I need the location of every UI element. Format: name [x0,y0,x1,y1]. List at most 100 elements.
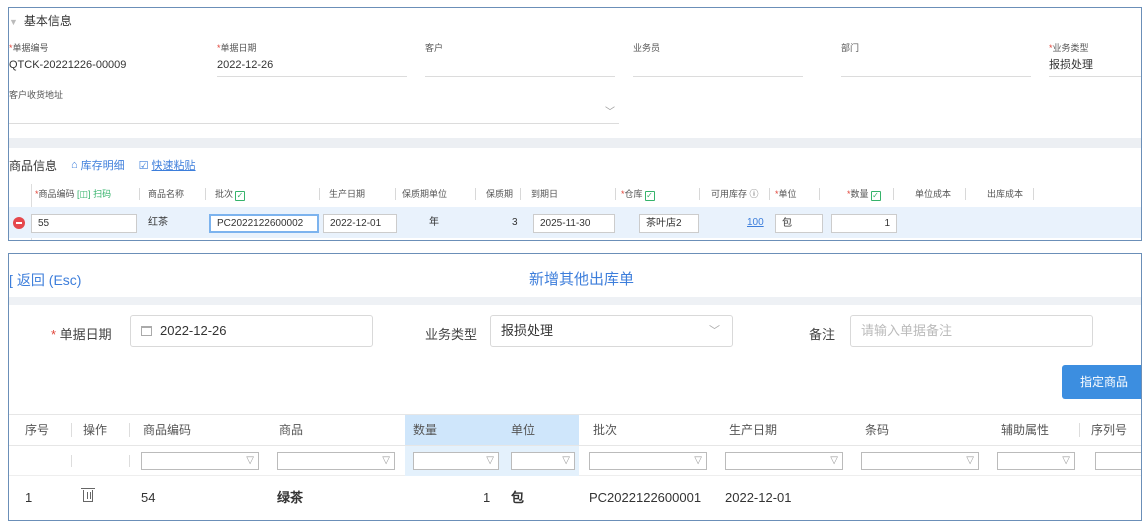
chevron-down-icon: ﹀ [709,325,720,337]
goods-table-header: 序号 操作 商品编码 商品 数量 单位 批次 生产日期 条码 辅助属性 序列号 [9,414,1141,446]
goods-grid-header: *商品编码 [◫] 扫码 商品名称 批次 ✓ 生产日期 保质期单位 保质期 到期日… [9,184,1141,204]
filter-icon[interactable]: ▽ [1062,454,1070,468]
filter-icon[interactable]: ▽ [486,454,494,468]
quick-paste-link[interactable]: ☑ 快速粘贴 [139,157,196,173]
filter-icon[interactable]: ▽ [382,454,390,468]
shelf-value: 3 [512,217,518,228]
dept-field[interactable]: 部门 [841,42,1031,77]
filter-goods-input[interactable]: ▽ [277,452,395,470]
filter-aux-input[interactable]: ▽ [997,452,1075,470]
checkbox-icon: ☑ [138,159,149,172]
warehouse-input[interactable]: 茶叶店2 [639,214,699,233]
doc-no-value: QTCK-20221226-00009 [9,59,127,71]
scan-icon[interactable]: [◫] [77,189,91,199]
filter-prod-date-input[interactable]: ▽ [725,452,843,470]
biz-type-value: 报损处理 [1049,59,1093,71]
qty-input[interactable]: 1 [831,214,897,233]
filter-row: ▽ ▽ ▽ ▽ ▽ ▽ ▽ ▽ [9,446,1141,476]
col-serial[interactable]: 序列号 [1083,415,1127,445]
col-out-cost: 出库成本 [987,189,1024,199]
col-unit-cost: 单位成本 [915,189,952,199]
row-qty[interactable]: 1 [483,476,490,520]
remove-row-icon[interactable] [13,217,25,229]
section-basic-info[interactable]: ▼ 基本信息 [9,12,72,29]
doc-no-field[interactable]: *单据编号 QTCK-20221226-00009 [9,42,199,72]
col-code[interactable]: *商品编码 [◫] 扫码 [35,184,111,204]
back-button[interactable]: [返回 (Esc) [9,270,81,290]
col-name: 商品名称 [148,189,185,199]
col-goods[interactable]: 商品 [271,415,303,445]
filter-icon[interactable]: ▽ [966,454,974,468]
col-prod-date[interactable]: 生产日期 [721,415,777,445]
col-aux[interactable]: 辅助属性 [993,415,1049,445]
help-icon[interactable]: ⓘ [750,189,759,199]
filter-unit-input[interactable]: ▽ [511,452,575,470]
assign-goods-button[interactable]: 指定商品 [1062,365,1141,399]
stock-detail-link[interactable]: ⌂ 库存明细 [71,157,125,173]
col-warehouse[interactable]: *仓库 ✓ [621,184,655,204]
filter-icon[interactable]: ▽ [562,454,570,468]
avail-stock-link[interactable]: 100 [747,214,764,233]
filter-icon[interactable]: ▽ [246,454,254,468]
col-avail: 可用库存 ⓘ [711,189,759,199]
col-barcode[interactable]: 条码 [857,415,889,445]
col-qty[interactable]: 数量 [405,415,503,445]
table-row[interactable]: 55 红茶 PC2022122600002 2022-12-01 年 3 202… [9,207,1141,238]
col-prod-date: 生产日期 [329,189,366,199]
filter-qty-input[interactable]: ▽ [413,452,499,470]
chevron-down-icon[interactable]: ﹀ [605,103,615,118]
col-qty[interactable]: *数量 ✓ [847,184,881,204]
address-field[interactable]: 客户收货地址 ﹀ [9,89,619,124]
home-icon: ⌂ [71,159,78,171]
goods-section-header: 商品信息 ⌂ 库存明细 ☑ 快速粘贴 [9,156,196,174]
prod-date-input[interactable]: 2022-12-01 [323,214,397,233]
col-op: 操作 [83,423,108,437]
filter-batch-input[interactable]: ▽ [589,452,707,470]
doc-date-field[interactable]: *单据日期 2022-12-26 [217,42,407,77]
row-unit[interactable]: 包 [511,476,524,520]
new-outbound-form: [返回 (Esc) 新增其他出库单 * 单据日期 2022-12-26 业务类型… [8,253,1142,521]
col-unit[interactable]: 单位 [503,415,579,445]
remark-input[interactable]: 请输入单据备注 [850,315,1093,347]
biz-type-label: 业务类型 [425,327,478,342]
col-batch[interactable]: 批次 ✓ [215,184,246,204]
batch-check-icon[interactable]: ✓ [235,191,246,201]
col-unit: *单位 [775,189,797,199]
shelf-unit-value: 年 [429,217,439,228]
col-shelf-unit: 保质期单位 [402,189,448,199]
row-prod-date[interactable]: 2022-12-01 [725,476,792,520]
filter-serial-input[interactable] [1095,452,1141,470]
collapse-caret-icon[interactable]: ▼ [9,17,18,27]
biz-type-select[interactable]: 报损处理 ﹀ [490,315,733,347]
doc-date-value: 2022-12-26 [217,59,274,71]
back-bracket-icon: [ [9,272,13,288]
col-batch[interactable]: 批次 [585,415,617,445]
biz-type-field[interactable]: *业务类型 报损处理 [1049,42,1141,77]
col-code[interactable]: 商品编码 [135,415,191,445]
warehouse-check-icon[interactable]: ✓ [644,191,655,201]
table-row[interactable]: 1 54 绿茶 1 包 PC2022122600001 2022-12-01 [9,476,1141,520]
code-input[interactable]: 55 [31,214,137,233]
page-title: 新增其他出库单 [529,271,635,288]
expire-input[interactable]: 2025-11-30 [533,214,615,233]
section-divider [9,138,1141,148]
col-expire: 到期日 [531,189,559,199]
batch-input[interactable]: PC2022122600002 [209,214,319,233]
filter-barcode-input[interactable]: ▽ [861,452,979,470]
header-divider [9,297,1141,305]
salesman-field[interactable]: 业务员 [633,42,803,77]
goods-title: 商品信息 [9,158,58,173]
filter-code-input[interactable]: ▽ [141,452,259,470]
basic-info-panel: ▼ 基本信息 *单据编号 QTCK-20221226-00009 *单据日期 20… [8,7,1142,241]
unit-input[interactable]: 包 [775,214,823,233]
date-picker[interactable]: 2022-12-26 [130,315,373,347]
filter-icon[interactable]: ▽ [694,454,702,468]
row-batch[interactable]: PC2022122600001 [589,476,701,520]
col-seq: 序号 [25,423,50,437]
customer-field[interactable]: 客户 [425,42,615,77]
filter-icon[interactable]: ▽ [830,454,838,468]
goods-name: 红茶 [148,217,168,228]
calendar-icon [141,326,152,336]
delete-icon[interactable] [81,488,95,502]
qty-check-icon[interactable]: ✓ [870,191,881,201]
